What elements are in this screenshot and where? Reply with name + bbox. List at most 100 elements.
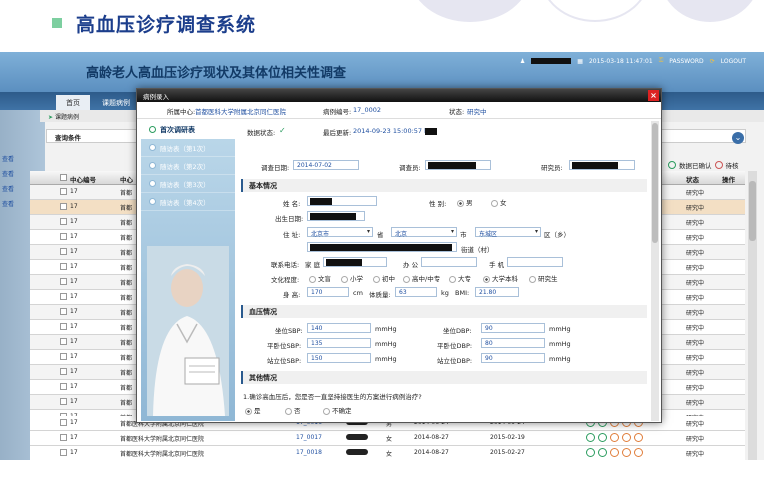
row-checkbox[interactable]	[60, 233, 67, 240]
radio-icon	[449, 275, 456, 283]
row-checkbox[interactable]	[60, 218, 67, 225]
row-case-id[interactable]: 17_0018	[296, 449, 322, 456]
sit-sbp-input[interactable]: 140	[307, 323, 371, 333]
edu-option[interactable]: 初中	[373, 273, 395, 283]
bmi-input[interactable]: 21.80	[475, 287, 519, 297]
password-link[interactable]: PASSWORD	[669, 58, 703, 65]
office-phone-label: 办 公	[403, 261, 419, 269]
edu-option[interactable]: 小学	[341, 273, 363, 283]
weight-input[interactable]: 63	[395, 287, 437, 297]
row-checkbox[interactable]	[60, 338, 67, 345]
row-center: 首都	[120, 310, 133, 317]
unit-mmhg: mmHg	[549, 340, 571, 348]
row-checkbox[interactable]	[60, 278, 67, 285]
answer-yes[interactable]: 是	[245, 405, 261, 415]
sit-dbp-label: 坐位DBP:	[443, 327, 472, 335]
check-icon	[149, 126, 156, 133]
dialog-scroll-thumb[interactable]	[652, 123, 658, 243]
row-status: 研究中	[686, 400, 705, 407]
sit-dbp-input[interactable]: 90	[481, 323, 545, 333]
row-checkbox[interactable]	[60, 188, 67, 195]
edu-option[interactable]: 大专	[449, 273, 471, 283]
sex-male[interactable]: 男	[457, 197, 473, 207]
crumb-arrow-icon: ➤	[48, 114, 54, 121]
nav-tab-cases[interactable]: 课题病例	[92, 95, 140, 110]
mobile-input[interactable]	[507, 257, 563, 267]
row-checkbox[interactable]	[60, 419, 67, 426]
province-select[interactable]: 北京市	[307, 227, 373, 238]
edu-option[interactable]: 文盲	[309, 273, 331, 283]
tab-followup-1[interactable]: 随访表（第1次）	[141, 139, 235, 157]
unit-mmhg: mmHg	[375, 355, 397, 363]
sex-female[interactable]: 女	[491, 197, 507, 207]
left-link[interactable]: 查看	[2, 167, 14, 182]
select-all-checkbox[interactable]	[60, 174, 67, 181]
stand-dbp-input[interactable]: 90	[481, 353, 545, 363]
table-row[interactable]: 17 首都医科大学附属北京同仁医院 17_0018 女 2014-08-27 2015-0…	[30, 446, 745, 460]
status-ok-icon: ✓	[279, 126, 286, 135]
row-checkbox[interactable]	[60, 449, 67, 456]
answer-no[interactable]: 否	[285, 405, 301, 415]
radio-icon	[341, 275, 348, 283]
sex-label: 性 别:	[429, 200, 447, 208]
city-select[interactable]: 北京	[391, 227, 457, 238]
last-update-label: 最后更新:	[323, 129, 352, 137]
edu-option[interactable]: 大学本科	[483, 273, 518, 283]
office-phone-input[interactable]	[421, 257, 477, 267]
row-center-id: 17	[70, 449, 78, 456]
row-checkbox[interactable]	[60, 203, 67, 210]
row-checkbox[interactable]	[60, 293, 67, 300]
row-date-2: 2015-02-27	[490, 449, 525, 456]
lie-dbp-input[interactable]: 80	[481, 338, 545, 348]
status-label: 状态:	[449, 108, 465, 116]
grid-scrollbar[interactable]	[748, 171, 757, 460]
radio-icon	[491, 199, 498, 207]
question-1: 1.确诊高血压后，您是否一直坚持接医生的方案进行病例治疗?	[243, 393, 422, 401]
row-checkbox[interactable]	[60, 308, 67, 315]
collapse-chevron-icon[interactable]: ⌄	[732, 132, 744, 144]
row-checkbox[interactable]	[60, 368, 67, 375]
close-button[interactable]: ×	[648, 90, 659, 101]
tab-followup-2[interactable]: 随访表（第2次）	[141, 157, 235, 175]
row-checkbox[interactable]	[60, 383, 67, 390]
tab-first-survey[interactable]: 首次调研表	[141, 121, 235, 139]
edu-option[interactable]: 高中/中专	[403, 273, 440, 283]
left-link[interactable]: 查看	[2, 182, 14, 197]
table-row[interactable]: 17 首都医科大学附属北京同仁医院 17_0017 女 2014-08-27 2015-0…	[30, 431, 745, 446]
row-checkbox[interactable]	[60, 263, 67, 270]
tab-followup-4[interactable]: 随访表（第4次）	[141, 193, 235, 211]
row-center-id: 17	[70, 218, 78, 225]
nav-tab-home[interactable]: 首页	[56, 95, 90, 110]
form-tabs-panel: 首次调研表 随访表（第1次） 随访表（第2次） 随访表（第3次） 随访表（第4次…	[141, 121, 235, 421]
dialog-scrollbar[interactable]	[651, 121, 659, 421]
row-center-id: 17	[70, 434, 78, 441]
radio-icon	[285, 407, 292, 415]
row-name-redacted	[346, 449, 368, 457]
row-status: 研究中	[686, 265, 705, 272]
row-checkbox[interactable]	[60, 248, 67, 255]
lie-sbp-input[interactable]: 135	[307, 338, 371, 348]
survey-date-input[interactable]: 2014-07-02	[293, 160, 359, 170]
logout-link[interactable]: LOGOUT	[721, 58, 746, 65]
last-update-value: 2014-09-23 15:00:57 by	[353, 127, 433, 135]
height-input[interactable]: 170	[307, 287, 349, 297]
row-checkbox[interactable]	[60, 398, 67, 405]
tab-followup-3[interactable]: 随访表（第3次）	[141, 175, 235, 193]
radio-icon	[403, 275, 410, 283]
radio-icon	[149, 144, 156, 151]
left-link[interactable]: 查看	[2, 152, 14, 167]
row-status: 研究中	[686, 355, 705, 362]
row-checkbox[interactable]	[60, 323, 67, 330]
row-checkbox[interactable]	[60, 434, 67, 441]
stand-sbp-input[interactable]: 150	[307, 353, 371, 363]
grid-scroll-thumb[interactable]	[749, 181, 756, 241]
row-status-icons	[586, 433, 643, 442]
row-case-id[interactable]: 17_0017	[296, 434, 322, 441]
datetime: 2015-03-18 11:47:01	[588, 57, 653, 65]
center-value: 首都医科大学附属北京同仁医院	[195, 108, 286, 116]
edu-option[interactable]: 研究生	[529, 273, 558, 283]
row-checkbox[interactable]	[60, 353, 67, 360]
left-link[interactable]: 查看	[2, 197, 14, 212]
district-select[interactable]: 东城区	[475, 227, 541, 238]
answer-unsure[interactable]: 不确定	[323, 405, 352, 415]
